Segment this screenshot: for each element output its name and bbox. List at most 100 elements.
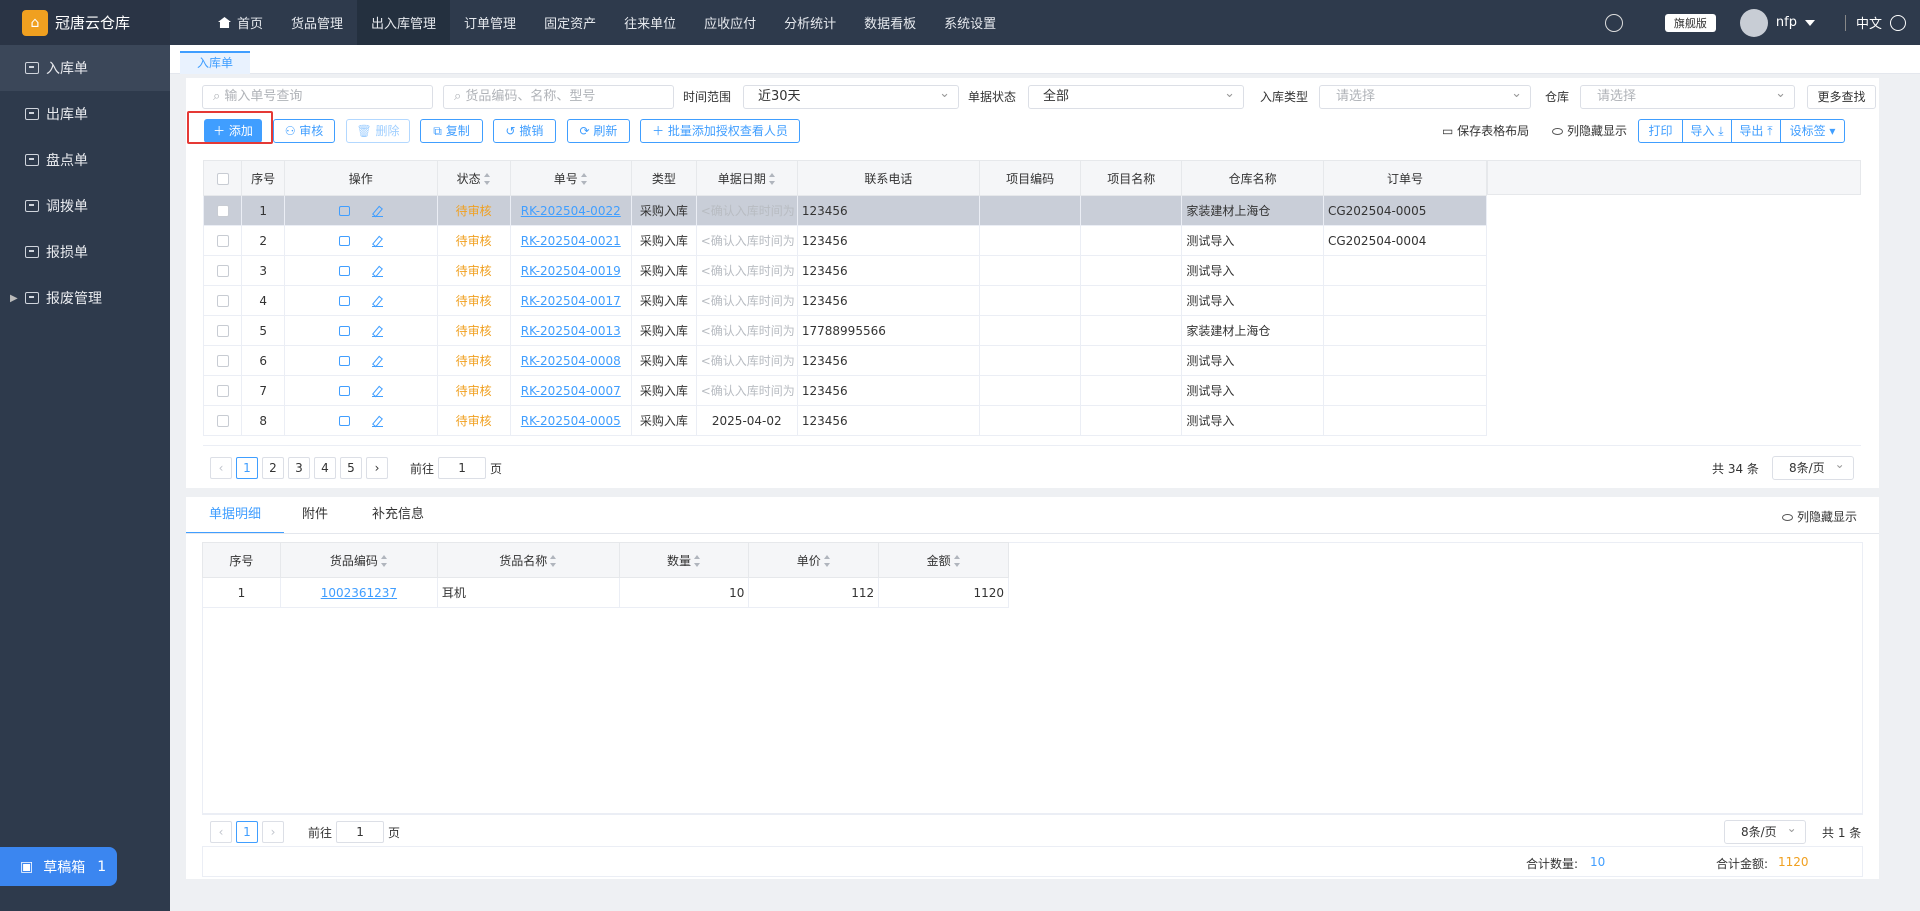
row-checkbox[interactable] (202, 405, 243, 436)
delete-button[interactable]: 🗑 删除 (346, 119, 410, 143)
detail-column-visibility-button[interactable]: 列隐藏显示 (1782, 508, 1857, 525)
order-no-link[interactable]: RK-202504-0008 (521, 354, 621, 368)
page-button[interactable]: 2 (262, 457, 284, 479)
sort-icon[interactable] (483, 173, 491, 185)
set-tag-button[interactable]: 设标签 ▾ (1780, 119, 1845, 143)
sidebar-item-transfer[interactable]: 调拨单 (0, 183, 170, 229)
print-button[interactable]: 打印 (1638, 119, 1683, 143)
nav-analytics[interactable]: 分析统计 (770, 0, 850, 45)
edit-icon[interactable] (371, 356, 383, 367)
import-button[interactable]: 导入 ⤓ (1682, 119, 1732, 143)
detail-page-size-select[interactable]: 8条/页 (1724, 817, 1806, 844)
order-search-input[interactable]: ⌕ 输入单号查询 (202, 85, 433, 109)
row-checkbox[interactable] (202, 225, 243, 256)
sidebar-item-damage[interactable]: 报损单 (0, 229, 170, 275)
page-input[interactable]: 1 (336, 821, 385, 843)
print-icon[interactable] (338, 326, 350, 336)
goods-code-link[interactable]: 1002361237 (321, 586, 397, 600)
cell-order-no[interactable]: RK-202504-0013 (509, 315, 632, 346)
table-row[interactable]: 4 待审核 RK-202504-0017 采购入库 <确认入库时间为 123456 测试导入 (202, 285, 1488, 316)
sidebar-item-inventory-check[interactable]: 盘点单 (0, 137, 170, 183)
col-header[interactable]: 状态 (436, 160, 511, 196)
goods-search-input[interactable]: ⌕ 货品编码、名称、型号 (443, 85, 674, 109)
sort-icon[interactable] (823, 555, 831, 567)
col-header[interactable]: 单价 (748, 542, 880, 578)
cell-order-no[interactable]: RK-202504-0017 (509, 285, 632, 316)
batch-auth-button[interactable]: ＋ 批量添加授权查看人员 (640, 119, 800, 143)
order-no-link[interactable]: RK-202504-0019 (521, 264, 621, 278)
cell-order-no[interactable]: RK-202504-0019 (509, 255, 632, 286)
next-page-button[interactable]: › (262, 821, 284, 843)
nav-stock-io[interactable]: 出入库管理 (357, 0, 451, 45)
status-select[interactable]: 全部 (1028, 83, 1244, 109)
cell-order-no[interactable]: RK-202504-0008 (509, 345, 632, 376)
edit-icon[interactable] (371, 386, 383, 397)
app-logo[interactable]: ⌂ 冠唐云仓库 (0, 0, 170, 45)
nav-partners[interactable]: 往来单位 (610, 0, 690, 45)
nav-goods[interactable]: 货品管理 (277, 0, 357, 45)
select-all-checkbox[interactable] (202, 160, 243, 196)
nav-home[interactable]: 首页 (170, 0, 277, 45)
table-row[interactable]: 2 待审核 RK-202504-0021 采购入库 <确认入库时间为 123456 测试导入… (202, 225, 1488, 256)
prev-page-button[interactable]: ‹ (210, 821, 232, 843)
col-header[interactable]: 数量 (618, 542, 750, 578)
warehouse-select[interactable]: 请选择 (1580, 83, 1795, 109)
sidebar-item-outbound[interactable]: 出库单 (0, 91, 170, 137)
avatar[interactable] (1739, 8, 1768, 37)
save-layout-button[interactable]: ▭ 保存表格布局 (1442, 119, 1529, 143)
sort-icon[interactable] (693, 555, 701, 567)
row-checkbox[interactable] (202, 315, 243, 346)
edit-icon[interactable] (371, 236, 383, 247)
nav-dashboard[interactable]: 数据看板 (850, 0, 930, 45)
checkbox[interactable] (216, 325, 229, 337)
nav-fixed-assets[interactable]: 固定资产 (530, 0, 610, 45)
username[interactable]: nfp (1776, 15, 1797, 30)
tab-attachments[interactable]: 附件 (302, 497, 328, 534)
order-no-link[interactable]: RK-202504-0022 (521, 204, 621, 218)
row-checkbox[interactable] (202, 255, 243, 286)
col-header[interactable]: 单据日期 (695, 160, 798, 196)
cell-order-no[interactable]: RK-202504-0005 (509, 405, 632, 436)
order-no-link[interactable]: RK-202504-0021 (521, 234, 621, 248)
page-button[interactable]: 5 (340, 457, 362, 479)
checkbox[interactable] (216, 355, 229, 367)
refresh-button[interactable]: ⟳ 刷新 (567, 119, 630, 143)
time-range-select[interactable]: 近30天 (743, 83, 959, 109)
edit-icon[interactable] (371, 206, 383, 217)
add-button[interactable]: ＋ 添加 (204, 119, 262, 143)
edit-icon[interactable] (371, 266, 383, 277)
next-page-button[interactable]: › (366, 457, 388, 479)
table-row[interactable]: 5 待审核 RK-202504-0013 采购入库 <确认入库时间为 1778899556… (202, 315, 1488, 346)
checkbox[interactable] (216, 295, 229, 307)
table-row[interactable]: 7 待审核 RK-202504-0007 采购入库 <确认入库时间为 123456 测试导入 (202, 375, 1488, 406)
page-button[interactable]: 1 (236, 457, 258, 479)
sidebar-item-inbound[interactable]: 入库单 (0, 45, 170, 91)
col-header[interactable]: 金额 (878, 542, 1009, 578)
tab-supplementary[interactable]: 补充信息 (372, 497, 424, 534)
order-no-link[interactable]: RK-202504-0007 (521, 384, 621, 398)
sort-icon[interactable] (580, 173, 588, 185)
sidebar-item-scrap[interactable]: ▶ 报废管理 (0, 275, 170, 321)
order-no-link[interactable]: RK-202504-0005 (521, 414, 621, 428)
print-icon[interactable] (338, 206, 350, 216)
revoke-button[interactable]: ↺ 撤销 (493, 119, 556, 143)
checkbox[interactable] (216, 385, 229, 397)
language-switch[interactable]: 中文 (1856, 13, 1882, 32)
row-checkbox[interactable] (202, 375, 243, 406)
sort-icon[interactable] (768, 173, 776, 185)
col-header[interactable]: 货品名称 (436, 542, 620, 578)
page-button[interactable]: 3 (288, 457, 310, 479)
checkbox[interactable] (216, 205, 229, 217)
page-input[interactable]: 1 (438, 457, 487, 479)
audit-button[interactable]: ⚇ 审核 (273, 119, 335, 143)
inbound-type-select[interactable]: 请选择 (1319, 83, 1531, 109)
table-row[interactable]: 3 待审核 RK-202504-0019 采购入库 <确认入库时间为 123456 测试导入 (202, 255, 1488, 286)
chevron-down-icon[interactable] (1804, 19, 1815, 26)
page-button[interactable]: 1 (236, 821, 258, 843)
page-button[interactable]: 4 (314, 457, 336, 479)
nav-receivables[interactable]: 应收应付 (690, 0, 770, 45)
column-visibility-button[interactable]: 列隐藏显示 (1552, 119, 1627, 143)
print-icon[interactable] (338, 386, 350, 396)
cell-order-no[interactable]: RK-202504-0021 (509, 225, 632, 256)
cell-goods-code[interactable]: 1002361237 (279, 577, 438, 608)
